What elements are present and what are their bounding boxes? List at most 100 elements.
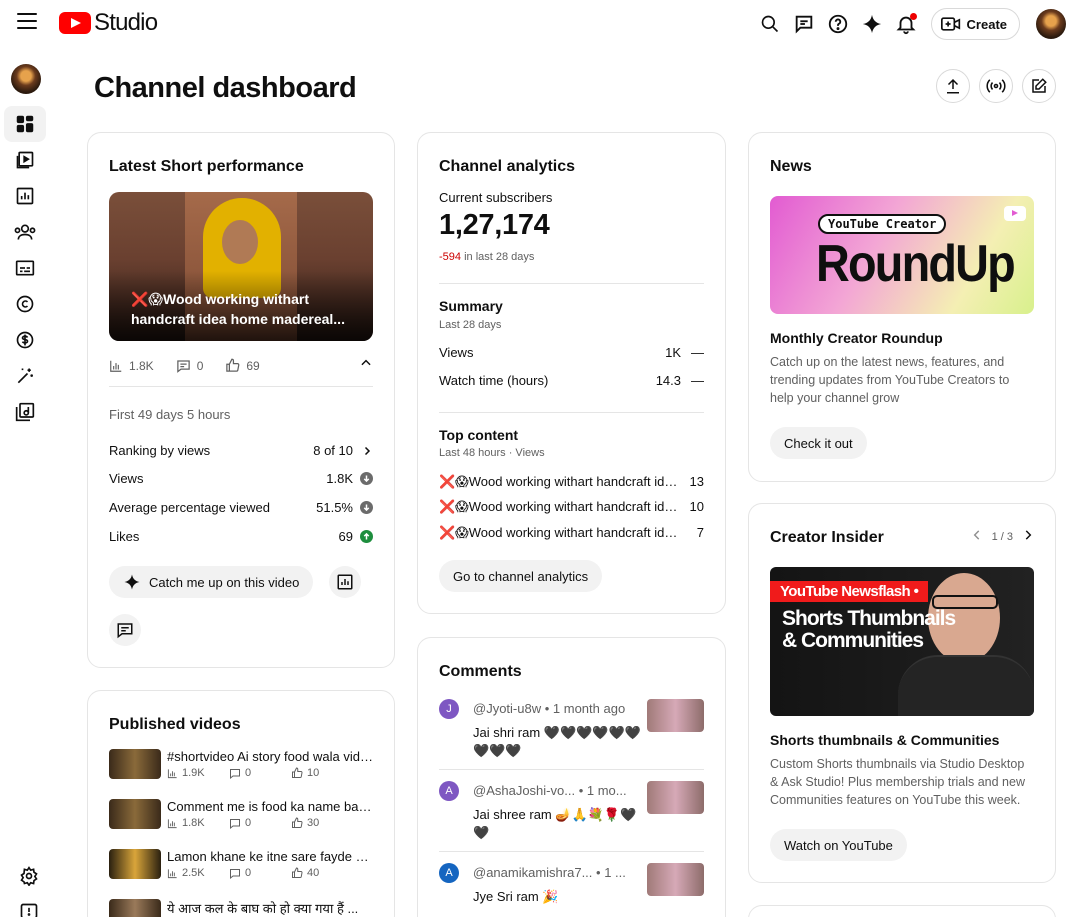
video-thumbnail: [109, 899, 161, 917]
trend-up-icon: [360, 530, 373, 543]
comment-author: @anamikamishra7...: [473, 865, 593, 880]
video-thumbnail: [647, 781, 704, 814]
short-comments-button[interactable]: [109, 614, 141, 646]
thumb-badge: YouTube Newsflash •: [770, 581, 929, 602]
short-thumbnail[interactable]: ❌😱Wood working withart handcraft idea ho…: [109, 192, 373, 341]
published-video-item[interactable]: Comment me is food ka name bata... 1.8K …: [109, 799, 374, 835]
sparkle-icon[interactable]: [859, 11, 885, 37]
upload-icon: [947, 78, 959, 94]
comment-item[interactable]: J @Jyoti-u8w • 1 month ago Jai shri ram …: [439, 699, 704, 769]
notifications-icon[interactable]: [893, 11, 919, 37]
top-content-item[interactable]: ❌😱Wood working withart handcraft ide... 7: [439, 525, 704, 541]
top-content-item[interactable]: ❌😱Wood working withart handcraft ide... 1…: [439, 499, 704, 515]
catch-me-up-button[interactable]: Catch me up on this video: [109, 566, 314, 598]
next-icon[interactable]: [1021, 528, 1035, 545]
thumbs-up-icon: [292, 867, 303, 878]
short-likes-row: Likes 69: [109, 529, 373, 544]
card-title: Latest Short performance: [109, 158, 304, 175]
published-video-item[interactable]: ये आज कल के बाघ को हो क्या गया हैं ...: [109, 899, 374, 917]
account-avatar[interactable]: [1036, 9, 1066, 39]
video-thumbnail: [647, 699, 704, 732]
bar-chart-icon: [167, 868, 177, 878]
insider-body: Custom Shorts thumbnails via Studio Desk…: [770, 757, 1025, 807]
check-it-out-button[interactable]: Check it out: [770, 427, 867, 459]
go-to-analytics-button[interactable]: Go to channel analytics: [439, 560, 603, 592]
published-videos-card: Published videos #shortvideo Ai story fo…: [87, 690, 395, 917]
news-body: Catch up on the latest news, features, a…: [770, 355, 1010, 405]
published-video-item[interactable]: #shortvideo Ai story food wala vide... 1…: [109, 749, 374, 785]
sidebar-item-content[interactable]: [4, 142, 46, 178]
insider-thumbnail[interactable]: YouTube Newsflash • Shorts Thumbnails & …: [770, 567, 1034, 716]
comment-item[interactable]: A @AshaJoshi-vo... • 1 mo... Jai shree r…: [439, 781, 704, 851]
comment-icon: [230, 768, 240, 779]
collapse-chevron-icon[interactable]: [359, 356, 373, 375]
comment-icon: [230, 818, 240, 829]
report-icon: [20, 903, 38, 917]
short-analytics-button[interactable]: [329, 566, 362, 598]
go-live-button[interactable]: [979, 69, 1013, 103]
comment-time: • 1 month ago: [544, 701, 626, 716]
magic-wand-icon: [17, 368, 33, 384]
comment-item[interactable]: A @anamikamishra7... • 1 ... Jye Sri ram…: [439, 863, 704, 917]
sidebar-item-feedback[interactable]: [8, 894, 50, 917]
trend-down-icon: [360, 501, 373, 514]
likes-stat: 30: [291, 817, 353, 829]
create-button[interactable]: Create: [930, 8, 1020, 40]
sidebar-item-customization[interactable]: [4, 358, 46, 394]
short-thumbnail-caption: ❌😱Wood working withart handcraft idea ho…: [131, 291, 345, 327]
likes-stat: 40: [291, 867, 353, 879]
sidebar-item-dashboard[interactable]: [4, 106, 46, 142]
search-icon[interactable]: [757, 11, 783, 37]
live-icon: [986, 79, 1006, 93]
top-content-item[interactable]: ❌😱Wood working withart handcraft ide... 1…: [439, 474, 704, 490]
comment-author: @AshaJoshi-vo...: [473, 783, 576, 798]
previous-icon[interactable]: [970, 528, 984, 545]
thumb-line-2: & Communities: [782, 629, 924, 652]
short-views-row: Views 1.8K: [109, 471, 373, 486]
video-thumbnail: [109, 799, 161, 829]
thumbs-up-icon: [292, 817, 303, 828]
thumbs-up-icon: [226, 358, 240, 372]
subscribers-label: Current subscribers: [439, 190, 553, 205]
summary-watch-time-row: Watch time (hours) 14.3—: [439, 373, 704, 388]
comment-time: • 1 mo...: [578, 783, 627, 798]
channel-avatar[interactable]: [11, 64, 41, 94]
earn-icon: [16, 331, 34, 349]
page-title: Channel dashboard: [94, 72, 357, 104]
commenter-avatar: J: [439, 699, 459, 719]
summary-period: Last 28 days: [439, 319, 502, 331]
analytics-icon: [16, 187, 34, 205]
sidebar-item-audio-library[interactable]: [4, 394, 46, 430]
dashboard-icon: [16, 115, 34, 133]
insider-headline: Shorts thumbnails & Communities: [770, 732, 1000, 748]
sidebar-item-copyright[interactable]: [4, 286, 46, 322]
sidebar-item-community[interactable]: [4, 214, 46, 250]
avg-viewed-row: Average percentage viewed 51.5%: [109, 500, 373, 515]
create-post-button[interactable]: [1022, 69, 1056, 103]
comment-icon: [117, 623, 133, 639]
bar-chart-icon: [167, 768, 177, 778]
comments-card: Comments J @Jyoti-u8w • 1 month ago Jai …: [417, 637, 726, 917]
logo-text: Studio: [94, 9, 158, 36]
comments-stat: 0: [229, 817, 291, 829]
card-title: News: [770, 158, 812, 175]
channel-analytics-card: Channel analytics Current subscribers 1,…: [417, 132, 726, 614]
studio-logo[interactable]: Studio: [59, 9, 158, 37]
thumbs-up-icon: [292, 767, 303, 778]
news-thumbnail[interactable]: YouTube Creator RoundUp: [770, 196, 1034, 314]
watch-on-youtube-button[interactable]: Watch on YouTube: [770, 829, 907, 861]
published-video-item[interactable]: Lamon khane ke itne sare fayde 😱 ... 2.5…: [109, 849, 374, 885]
sidebar-item-earn[interactable]: [4, 322, 46, 358]
sidebar-item-analytics[interactable]: [4, 178, 46, 214]
short-period: First 49 days 5 hours: [109, 407, 231, 422]
ranking-row[interactable]: Ranking by views 8 of 10: [109, 443, 373, 458]
upload-button[interactable]: [936, 69, 970, 103]
comment-icon: [230, 868, 240, 879]
feedback-icon[interactable]: [791, 11, 817, 37]
menu-icon[interactable]: [17, 13, 37, 29]
sidebar-item-subtitles[interactable]: [4, 250, 46, 286]
help-icon[interactable]: [825, 11, 851, 37]
sidebar-item-settings[interactable]: [8, 858, 50, 894]
comment-time: • 1 ...: [596, 865, 626, 880]
sidebar: [0, 58, 52, 430]
